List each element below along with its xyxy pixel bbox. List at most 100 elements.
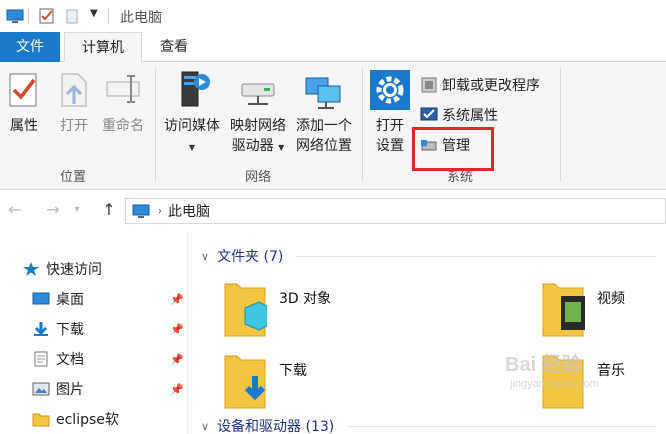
computer-icon — [6, 9, 24, 23]
document-icon — [34, 351, 48, 367]
up-arrow-icon[interactable]: ↑ — [98, 200, 120, 219]
uninstall-icon — [421, 77, 437, 93]
folder-downloads[interactable]: 下载 — [223, 350, 423, 420]
tab-view[interactable]: 查看 — [146, 32, 202, 62]
pin-icon[interactable]: 📌 — [170, 353, 184, 366]
network-location-icon — [305, 77, 341, 109]
uninstall-programs-button[interactable]: 卸载或更改程序 — [420, 74, 540, 96]
ribbon: 属性 打开 重命名 位置 访问媒体 ▼ 映射网络 驱动器 ▼ 添加一个 网络位置… — [0, 62, 666, 190]
new-folder-icon[interactable] — [64, 7, 82, 25]
add-location-label-2: 网络位置 — [296, 138, 352, 154]
folder-label: 音乐 — [597, 363, 625, 379]
pin-icon[interactable]: 📌 — [170, 293, 184, 306]
title-separator — [108, 8, 109, 24]
back-arrow-icon[interactable]: ← — [4, 200, 26, 219]
window-title: 此电脑 — [120, 10, 162, 26]
folder-videos[interactable]: 视频 — [541, 278, 661, 348]
network-drive-icon — [241, 83, 275, 105]
map-drive-label-1: 映射网络 — [230, 118, 286, 134]
nav-label: 快速访问 — [46, 262, 102, 278]
address-bar[interactable]: › 此电脑 — [125, 198, 666, 224]
title-separator — [28, 8, 29, 24]
content-area: ∨ 文件夹 (7) 3D 对象 视频 下载 音乐 ∨ 设备和驱动器 (13) — [189, 232, 666, 434]
nav-item-eclipse[interactable]: eclipse软 — [0, 404, 188, 434]
computer-icon — [132, 204, 150, 218]
chevron-down-icon: ▼ — [278, 143, 285, 152]
add-network-location-button[interactable]: 添加一个 网络位置 — [292, 70, 356, 156]
pin-icon[interactable]: 📌 — [170, 383, 184, 396]
forward-arrow-icon[interactable]: → — [42, 200, 64, 219]
recent-locations-icon[interactable]: ▾ — [66, 204, 88, 215]
system-properties-button[interactable]: 系统属性 — [420, 104, 498, 126]
group-separator — [362, 68, 363, 182]
chevron-down-icon: ▼ — [188, 143, 196, 152]
downloads-folder-icon — [224, 355, 266, 409]
uninstall-label: 卸载或更改程序 — [442, 78, 540, 94]
highlight-box — [412, 127, 494, 171]
nav-label: 图片 — [56, 382, 84, 398]
quick-access-dropdown-icon[interactable]: ▼ — [90, 8, 98, 19]
folder-3d-objects[interactable]: 3D 对象 — [223, 278, 423, 348]
nav-item-pictures[interactable]: 图片 📌 — [0, 374, 188, 404]
star-icon — [23, 262, 39, 276]
nav-item-desktop[interactable]: 桌面 📌 — [0, 284, 188, 314]
devices-header-label: 设备和驱动器 (13) — [217, 419, 335, 434]
properties-icon — [9, 73, 37, 107]
tab-computer[interactable]: 计算机 — [64, 32, 142, 63]
picture-icon — [32, 382, 50, 396]
folder-label: 下载 — [279, 363, 307, 379]
title-bar: ▼ 此电脑 — [0, 0, 666, 32]
nav-item-downloads[interactable]: 下载 📌 — [0, 314, 188, 344]
watermark: Bai 经验 — [505, 354, 582, 376]
rename-button[interactable]: 重命名 — [98, 70, 148, 136]
3d-objects-folder-icon — [224, 283, 267, 337]
open-settings-label-2: 设置 — [376, 138, 404, 154]
chevron-right-icon[interactable]: › — [158, 206, 162, 217]
watermark-url: jingyan.baidu.com — [510, 378, 599, 390]
folder-icon — [32, 413, 50, 427]
nav-label: eclipse软 — [56, 412, 119, 428]
folders-section-header[interactable]: ∨ 文件夹 (7) — [201, 244, 283, 268]
navigation-pane: 快速访问 桌面 📌 下载 📌 文档 📌 图片 📌 eclipse软 — [0, 232, 188, 434]
properties-button[interactable]: 属性 — [4, 70, 44, 136]
media-server-icon — [181, 71, 210, 107]
desktop-icon — [32, 292, 50, 305]
properties-check-icon[interactable] — [38, 7, 56, 25]
folder-label: 视频 — [597, 291, 625, 307]
open-button[interactable]: 打开 — [54, 70, 94, 136]
pin-icon[interactable]: 📌 — [170, 323, 184, 336]
system-properties-label: 系统属性 — [442, 108, 498, 124]
folder-label: 3D 对象 — [279, 291, 332, 307]
videos-folder-icon — [542, 283, 585, 337]
group-label-network: 网络 — [244, 170, 271, 185]
nav-item-documents[interactable]: 文档 📌 — [0, 344, 188, 374]
nav-label: 桌面 — [56, 292, 84, 308]
address-path: 此电脑 — [168, 204, 210, 220]
section-divider — [297, 256, 657, 257]
open-label: 打开 — [60, 118, 88, 134]
download-arrow-icon — [34, 322, 48, 336]
properties-label: 属性 — [10, 118, 38, 134]
rename-icon — [106, 75, 140, 103]
group-separator — [560, 68, 561, 182]
access-media-button[interactable]: 访问媒体 ▼ — [160, 70, 224, 158]
group-label-location: 位置 — [59, 170, 86, 185]
map-network-drive-button[interactable]: 映射网络 驱动器 ▼ — [226, 70, 290, 158]
open-settings-label-1: 打开 — [376, 118, 404, 134]
add-location-label-1: 添加一个 — [296, 118, 352, 134]
folders-header-label: 文件夹 (7) — [217, 249, 284, 265]
devices-section-header[interactable]: ∨ 设备和驱动器 (13) — [201, 414, 334, 434]
open-icon — [61, 73, 87, 107]
nav-label: 下载 — [56, 322, 84, 338]
tab-file[interactable]: 文件 — [0, 32, 60, 62]
system-properties-icon — [420, 107, 438, 121]
open-settings-button[interactable]: 打开 设置 — [368, 70, 412, 156]
group-separator — [155, 68, 156, 182]
nav-item-quick-access[interactable]: 快速访问 — [0, 254, 188, 284]
navigation-bar: ← → ▾ ↑ › 此电脑 — [0, 190, 666, 232]
chevron-down-icon: ∨ — [201, 249, 210, 263]
rename-label: 重命名 — [102, 118, 144, 134]
ribbon-tabs: 文件 计算机 查看 — [0, 32, 666, 63]
nav-label: 文档 — [56, 352, 84, 368]
section-divider — [349, 426, 657, 427]
